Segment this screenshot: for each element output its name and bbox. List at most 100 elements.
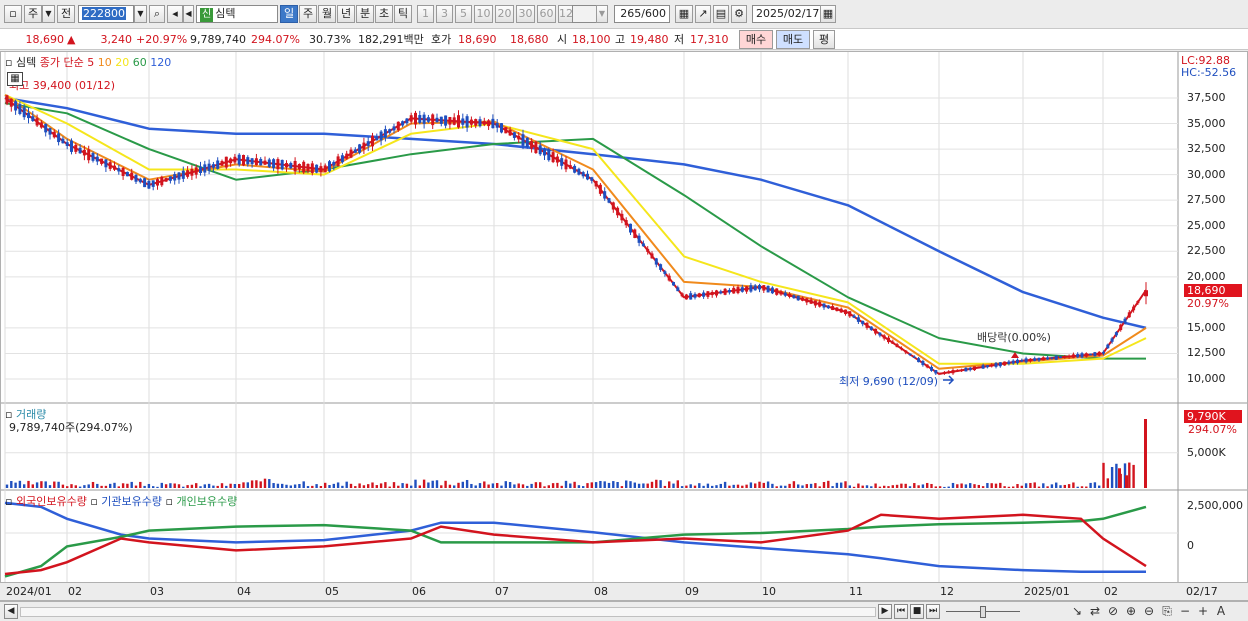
pane-menu-icon[interactable]: ▫ [5, 495, 12, 508]
zoom-in-icon[interactable]: ⊕ [1124, 603, 1138, 619]
prev-stock-icon[interactable]: ◀ [183, 5, 194, 23]
volume-bar [663, 485, 667, 488]
interval-button-3[interactable]: 3 [436, 5, 453, 23]
code-dropdown-icon[interactable]: ▼ [134, 5, 147, 23]
volume-bar [625, 480, 628, 488]
volume-bar [831, 486, 834, 488]
search-icon[interactable]: ⌕ [149, 5, 165, 23]
candle-body [465, 116, 469, 128]
volume-bar [220, 483, 224, 488]
candle-settings-icon[interactable]: ▦ [675, 5, 693, 23]
no-entry-icon[interactable]: ⊘ [1106, 603, 1120, 619]
volume-bar [999, 482, 1002, 488]
candle-body [1110, 338, 1114, 342]
zoom-slider-handle[interactable] [980, 606, 986, 618]
all-button[interactable]: 전 [57, 5, 75, 23]
period-button-6[interactable]: 틱 [394, 5, 412, 23]
candle-body [947, 371, 951, 374]
interval-dropdown-icon[interactable]: ▼ [596, 5, 608, 23]
stock-code-input[interactable]: 222800 [78, 5, 134, 23]
volume-bar [440, 485, 443, 488]
period-button-1[interactable]: 주 [299, 5, 317, 23]
volume-y-tick: 5,000K [1187, 446, 1226, 459]
swap-icon[interactable]: ⇄ [1088, 603, 1102, 619]
ask-price: 18,690 [458, 33, 497, 46]
market-dropdown-icon[interactable]: ▼ [42, 5, 55, 23]
calendar-icon[interactable]: ▦ [820, 5, 836, 23]
draw-arrow-icon[interactable]: ↘ [1070, 603, 1084, 619]
x-axis-label: 06 [412, 585, 426, 598]
volume-bar [840, 482, 843, 488]
candle-body [547, 149, 551, 161]
period-button-2[interactable]: 월 [318, 5, 336, 23]
minus-icon[interactable]: − [1178, 603, 1192, 619]
candle-body [844, 309, 847, 315]
speaker-icon[interactable]: ◂ [167, 5, 183, 23]
interval-button-10[interactable]: 10 [474, 5, 493, 23]
period-button-5[interactable]: 초 [375, 5, 393, 23]
chart-scrollbar[interactable]: ◀ ▶ ⏮ ■ ⏭ ↘ ⇄ ⊘ ⊕ ⊖ ⎘ − + A [0, 601, 1248, 621]
volume-bar [792, 481, 796, 488]
candle-body [530, 141, 534, 149]
grid-icon[interactable]: ▤ [713, 5, 729, 23]
period-button-3[interactable]: 년 [337, 5, 355, 23]
period-button-0[interactable]: 일 [280, 5, 298, 23]
volume-bar [478, 483, 482, 488]
candle-body [156, 179, 159, 186]
interval-button-5[interactable]: 5 [455, 5, 472, 23]
copy-icon[interactable]: ⎘ [1160, 603, 1174, 619]
candle-body [160, 176, 164, 186]
volume-bar [388, 486, 391, 488]
chart-area[interactable]: ▫ 심텍 종가 단순 5 10 20 60 120 최고 39,400 (01/… [0, 51, 1248, 601]
count-field[interactable]: 265/600 [614, 5, 670, 23]
candle-body [663, 271, 667, 274]
interval-button-60[interactable]: 60 [537, 5, 556, 23]
scroll-right-icon[interactable]: ▶ [878, 604, 892, 619]
date-field[interactable]: 2025/02/17 [752, 5, 822, 23]
volume-bar [1102, 462, 1105, 488]
volume-bar [465, 479, 469, 488]
period-button-4[interactable]: 분 [356, 5, 374, 23]
font-icon[interactable]: A [1214, 603, 1228, 619]
plus-icon[interactable]: + [1196, 603, 1210, 619]
candle-body [491, 118, 495, 129]
window-icon[interactable]: ▫ [4, 5, 22, 23]
scroll-left-icon[interactable]: ◀ [4, 604, 18, 619]
scroll-first-icon[interactable]: ⏮ [894, 604, 908, 619]
gear-icon[interactable]: ⚙ [731, 5, 747, 23]
chart-canvas[interactable] [1, 52, 1248, 602]
stop-icon[interactable]: ■ [910, 604, 924, 619]
volume-bar [1067, 484, 1071, 488]
stock-name-field[interactable]: 신 심텍 [196, 5, 278, 23]
candle-body [775, 288, 779, 295]
interval-button-20[interactable]: 20 [495, 5, 514, 23]
volume-bar [431, 480, 434, 488]
table-icon[interactable]: ▦ [7, 72, 23, 86]
buy-button[interactable]: 매수 [739, 30, 773, 49]
volume-bar [1050, 484, 1054, 488]
zoom-out-icon[interactable]: ⊖ [1142, 603, 1156, 619]
candle-body [667, 275, 671, 281]
scroll-track[interactable] [20, 607, 876, 617]
candle-body [414, 112, 417, 125]
scroll-last-icon[interactable]: ⏭ [926, 604, 940, 619]
volume-bar [14, 482, 17, 488]
candle-body [856, 317, 860, 322]
market-select[interactable]: 주 [24, 5, 42, 23]
volume-bar [57, 481, 60, 488]
volume-bar [758, 481, 761, 488]
interval-button-1[interactable]: 1 [417, 5, 434, 23]
price-y-tick: 12,500 [1187, 346, 1226, 360]
volume-bar [203, 484, 206, 488]
draw-tool-icon[interactable]: ↗ [695, 5, 711, 23]
volume-bar [775, 486, 778, 488]
candle-body [1136, 301, 1140, 304]
volume-bar [229, 483, 232, 488]
volume-bar [672, 483, 675, 488]
evaluate-button[interactable]: 평 [813, 30, 835, 49]
volume-bar [612, 481, 615, 488]
pane-menu-icon[interactable]: ▫ [5, 56, 12, 69]
sell-button[interactable]: 매도 [776, 30, 810, 49]
interval-button-30[interactable]: 30 [516, 5, 535, 23]
candle-body [543, 148, 546, 156]
